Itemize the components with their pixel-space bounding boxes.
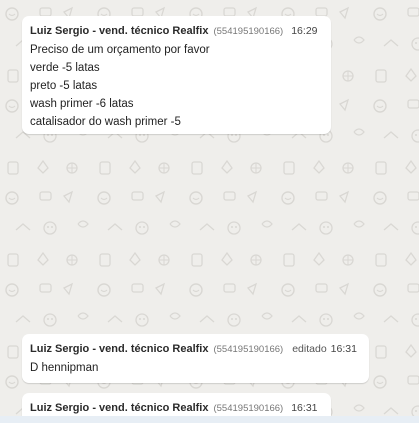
- message-line: verde -5 latas: [30, 62, 100, 74]
- message-header: Luiz Sergio - vend. técnico Realfix (554…: [30, 25, 323, 37]
- message-header: Luiz Sergio - vend. técnico Realfix (554…: [30, 402, 323, 414]
- sender-name[interactable]: Luiz Sergio - vend. técnico Realfix: [30, 25, 208, 37]
- sender-phone: (554195190166): [213, 403, 284, 414]
- message-time: 16:31: [291, 402, 318, 414]
- sender-phone: (554195190166): [213, 344, 284, 355]
- message-bubble[interactable]: Luiz Sergio - vend. técnico Realfix (554…: [22, 334, 369, 383]
- message-line: catalisador do wash primer -5: [30, 116, 181, 128]
- message-text: D hennipman: [30, 359, 361, 377]
- message-time: 16:29: [291, 25, 318, 37]
- sender-phone: (554195190166): [213, 26, 284, 37]
- sender-name[interactable]: Luiz Sergio - vend. técnico Realfix: [30, 402, 208, 414]
- message-bubble[interactable]: Luiz Sergio - vend. técnico Realfix (554…: [22, 16, 331, 134]
- sender-name[interactable]: Luiz Sergio - vend. técnico Realfix: [30, 343, 208, 355]
- chat-area[interactable]: Luiz Sergio - vend. técnico Realfix (554…: [0, 0, 419, 423]
- message-line: Preciso de um orçamento por favor: [30, 44, 210, 56]
- message-line: D hennipman: [30, 362, 99, 374]
- message-text: Preciso de um orçamento por favor verde …: [30, 41, 323, 131]
- composer-edge: [0, 416, 419, 423]
- message-header: Luiz Sergio - vend. técnico Realfix (554…: [30, 343, 361, 355]
- message-line: preto -5 latas: [30, 80, 98, 92]
- message-line: wash primer -6 latas: [30, 98, 134, 110]
- edited-label: editado: [292, 343, 327, 355]
- message-time: 16:31: [330, 343, 357, 355]
